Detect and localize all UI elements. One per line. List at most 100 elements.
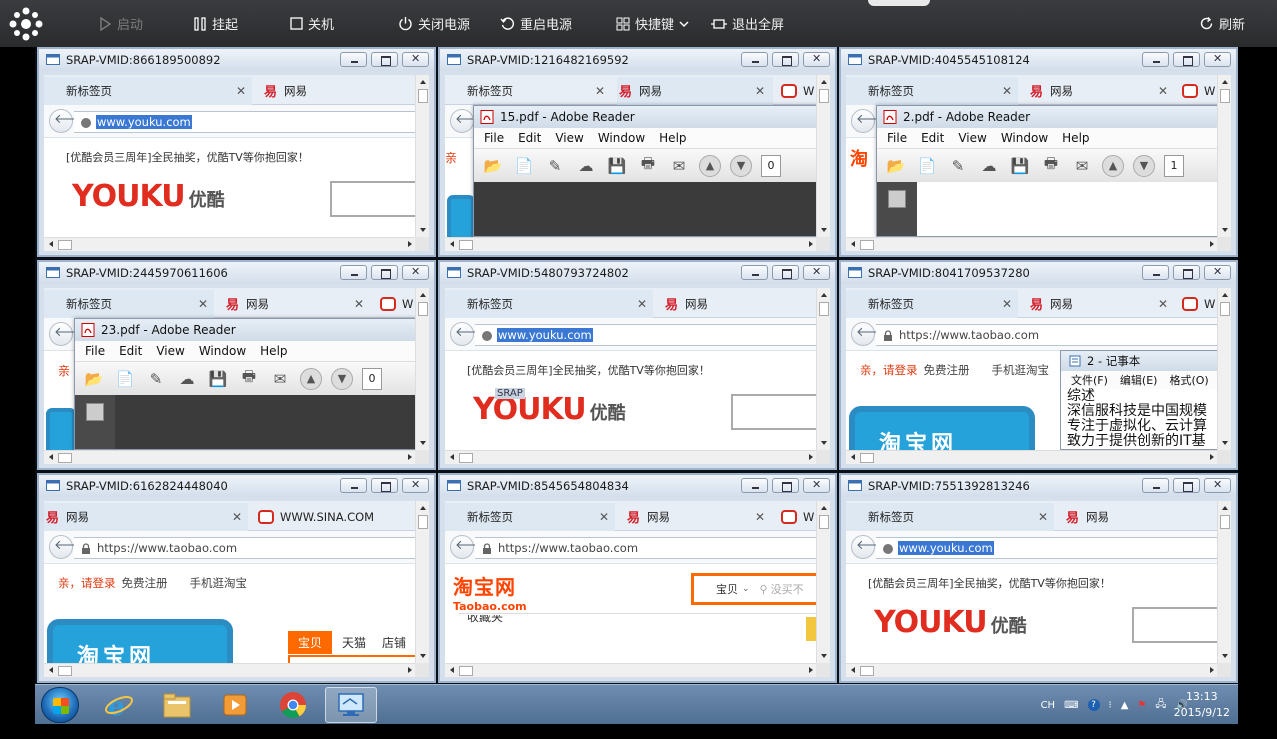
- close-button[interactable]: [402, 52, 429, 67]
- menu-view[interactable]: View: [555, 131, 583, 145]
- edit-icon[interactable]: ✎: [544, 156, 566, 176]
- menu-help[interactable]: Help: [260, 344, 287, 358]
- vm-pane[interactable]: SRAP-VMID:7551392813246 新标签页 ✕ 易网易 www.yo…: [839, 473, 1238, 683]
- upload-icon[interactable]: ☁: [575, 156, 597, 176]
- hang-button[interactable]: 挂起: [193, 0, 238, 47]
- email-icon[interactable]: ✉: [668, 156, 690, 176]
- minimize-button[interactable]: [340, 265, 367, 280]
- login-link[interactable]: 亲，请登录: [860, 363, 918, 377]
- close-button[interactable]: [803, 478, 830, 493]
- action-center-flag-icon[interactable]: ⚑: [1137, 700, 1146, 711]
- minimize-button[interactable]: [741, 265, 768, 280]
- tab-baobei[interactable]: 宝贝: [288, 631, 333, 654]
- vertical-scrollbar[interactable]: [415, 288, 429, 450]
- print-icon[interactable]: 🖶: [1040, 154, 1062, 176]
- ime-options-icon[interactable]: ⁝: [1109, 700, 1112, 711]
- tab-close-icon[interactable]: ✕: [198, 297, 208, 311]
- browser-tab[interactable]: 新标签页 ✕: [846, 290, 1018, 318]
- reader-titlebar[interactable]: 23.pdf - Adobe Reader: [75, 319, 416, 341]
- vertical-scrollbar[interactable]: [1217, 288, 1231, 450]
- vm-titlebar[interactable]: SRAP-VMID:2445970611606: [39, 262, 434, 284]
- restart-power-button[interactable]: 重启电源: [500, 0, 572, 47]
- maximize-button[interactable]: [772, 265, 799, 280]
- browser-tab[interactable]: 新标签页 ✕: [44, 77, 252, 105]
- back-button[interactable]: [450, 109, 490, 133]
- address-bar[interactable]: www.youku.com: [876, 537, 1219, 559]
- reader-titlebar[interactable]: 2.pdf - Adobe Reader: [877, 106, 1218, 128]
- clock[interactable]: 13:13 2015/9/12: [1174, 689, 1230, 721]
- edit-icon[interactable]: ✎: [145, 369, 167, 389]
- address-bar[interactable]: https://www.taobao.com: [876, 324, 1219, 346]
- browser-tab[interactable]: W: [1182, 77, 1219, 105]
- browser-tab[interactable]: 新标签页 ✕: [846, 77, 1018, 105]
- notepad-titlebar[interactable]: 2 - 记事本: [1061, 351, 1218, 371]
- vm-titlebar[interactable]: SRAP-VMID:8545654804834: [440, 475, 835, 497]
- maximize-button[interactable]: [371, 478, 398, 493]
- vm-pane[interactable]: SRAP-VMID:8041709537280 新标签页 ✕ 易网易 ✕ W htt…: [839, 260, 1238, 470]
- vm-pane[interactable]: SRAP-VMID:1216482169592 新标签页 ✕ 易网易 ✕ W 亲 1…: [438, 47, 837, 257]
- maximize-button[interactable]: [1173, 265, 1200, 280]
- browser-tab[interactable]: 新标签页 ✕: [445, 77, 611, 105]
- browser-tab[interactable]: 易网易 ✕: [1028, 290, 1178, 318]
- back-button[interactable]: [49, 322, 89, 346]
- tab-tmall[interactable]: 天猫: [332, 631, 376, 654]
- browser-tab[interactable]: W: [781, 503, 818, 531]
- login-link[interactable]: 亲，请登录: [58, 576, 116, 590]
- page-down-icon[interactable]: ▼: [730, 154, 752, 177]
- browser-tab[interactable]: 新标签页 ✕: [445, 503, 615, 531]
- vm-screen[interactable]: 易网易 ✕ WWW.SINA.COM https://www.taobao.com…: [44, 501, 417, 663]
- reader-document-area[interactable]: [474, 182, 817, 236]
- back-button[interactable]: [851, 322, 891, 346]
- open-icon[interactable]: 📂: [482, 156, 504, 176]
- back-button[interactable]: [49, 535, 89, 559]
- help-icon[interactable]: ?: [1087, 699, 1100, 711]
- back-button[interactable]: [851, 109, 891, 133]
- tab-close-icon[interactable]: ✕: [595, 84, 605, 98]
- vm-screen[interactable]: 新标签页 ✕ 易网易 ✕ W 亲 15.pdf - Adobe Reader Fil…: [445, 75, 818, 237]
- vm-titlebar[interactable]: SRAP-VMID:5480793724802: [440, 262, 835, 284]
- browser-tab[interactable]: 易网易 ✕: [1028, 77, 1178, 105]
- vertical-scrollbar[interactable]: [816, 501, 830, 663]
- vertical-scrollbar[interactable]: [415, 501, 429, 663]
- tab-shop[interactable]: 店铺: [376, 631, 412, 654]
- page-number-input[interactable]: 1: [1164, 154, 1184, 177]
- start-button[interactable]: 启动: [98, 0, 143, 47]
- maximize-button[interactable]: [371, 265, 398, 280]
- tab-close-icon[interactable]: ✕: [755, 510, 765, 524]
- vm-screen[interactable]: 新标签页 ✕ 易网易 www.youku.com [优酷会员三周年]全民抽奖，优酷…: [44, 75, 417, 237]
- mobile-link[interactable]: 手机逛淘宝: [992, 363, 1050, 377]
- email-icon[interactable]: ✉: [269, 369, 291, 389]
- keyboard-icon[interactable]: ⌨: [1064, 700, 1078, 711]
- page-up-icon[interactable]: ▲: [1102, 154, 1124, 177]
- page-up-icon[interactable]: ▲: [300, 367, 322, 390]
- vm-screen[interactable]: 新标签页 ✕ 易网易 ✕ W https://www.taobao.com 亲，请登…: [846, 288, 1219, 450]
- menu-edit[interactable]: 编辑(E): [1120, 372, 1158, 388]
- horizontal-scrollbar[interactable]: [44, 663, 417, 677]
- menu-window[interactable]: Window: [598, 131, 645, 145]
- taobao-search-input[interactable]: 宝贝 ⌄ ⚲ 没买不: [691, 573, 818, 605]
- vertical-scrollbar[interactable]: [1217, 75, 1231, 237]
- vm-titlebar[interactable]: SRAP-VMID:6162824448040: [39, 475, 434, 497]
- horizontal-scrollbar[interactable]: [445, 237, 818, 251]
- ime-indicator[interactable]: CH: [1041, 700, 1056, 711]
- horizontal-scrollbar[interactable]: [846, 450, 1219, 464]
- browser-tab[interactable]: WWW.SINA.COM: [258, 503, 417, 531]
- menu-edit[interactable]: Edit: [119, 344, 142, 358]
- browser-tab[interactable]: 新标签页 ✕: [44, 290, 214, 318]
- browser-tab[interactable]: 易网易 ✕: [224, 290, 374, 318]
- minimize-button[interactable]: [1142, 478, 1169, 493]
- promo-banner[interactable]: [优酷会员三周年]全民抽奖，优酷TV等你抱回家！: [868, 575, 1111, 591]
- browser-tab[interactable]: W: [1182, 290, 1219, 318]
- create-pdf-icon[interactable]: 📄: [114, 369, 136, 389]
- minimize-button[interactable]: [1142, 265, 1169, 280]
- vertical-scrollbar[interactable]: [415, 75, 429, 237]
- vm-pane[interactable]: SRAP-VMID:6162824448040 易网易 ✕ WWW.SINA.CO…: [37, 473, 436, 683]
- horizontal-scrollbar[interactable]: [44, 450, 417, 464]
- menu-format[interactable]: 格式(O): [1169, 372, 1208, 388]
- page-number-input[interactable]: 0: [761, 154, 781, 177]
- minimize-button[interactable]: [1142, 52, 1169, 67]
- browser-tab[interactable]: 易网易: [1064, 503, 1219, 531]
- adobe-reader-window[interactable]: 2.pdf - Adobe Reader File Edit View Window H…: [876, 105, 1219, 237]
- vm-pane[interactable]: SRAP-VMID:4045545108124 新标签页 ✕ 易网易 ✕ W 淘 2…: [839, 47, 1238, 257]
- menu-view[interactable]: View: [958, 131, 986, 145]
